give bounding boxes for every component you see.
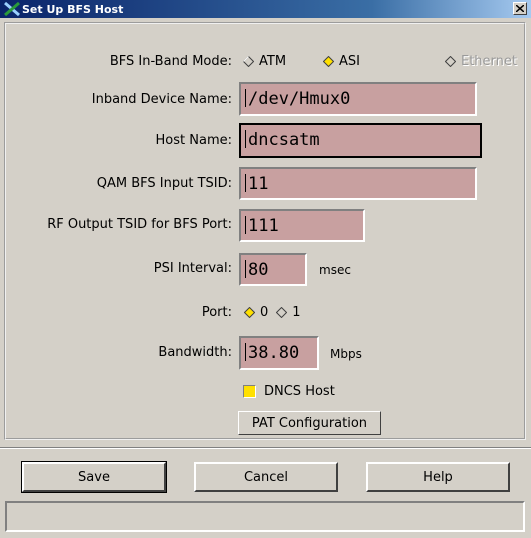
radio-diamond-icon xyxy=(276,307,288,318)
qam-tsid-label: QAM BFS Input TSID: xyxy=(96,176,232,191)
bandwidth-field[interactable]: 38.80 xyxy=(239,336,319,370)
save-button[interactable]: Save xyxy=(21,461,167,493)
inband-device-field[interactable]: /dev/Hmux0 xyxy=(239,82,477,116)
port-option-1-label: 1 xyxy=(292,305,301,320)
port-label: Port: xyxy=(201,305,232,320)
mode-option-atm[interactable]: ATM xyxy=(243,54,311,69)
rf-tsid-field[interactable]: 111 xyxy=(239,209,365,242)
radio-diamond-icon xyxy=(445,56,456,67)
separator xyxy=(0,447,531,449)
text-caret xyxy=(245,174,246,192)
text-caret xyxy=(245,343,246,361)
host-name-value: dncsatm xyxy=(248,130,320,150)
mode-radio-group: ATM ASI Ethernet xyxy=(243,54,529,69)
dncs-host-checkbox[interactable]: DNCS Host xyxy=(243,384,335,399)
qam-tsid-field[interactable]: 11 xyxy=(239,167,477,200)
pat-configuration-button[interactable]: PAT Configuration xyxy=(238,411,381,435)
text-caret xyxy=(245,216,246,234)
title-bar: Set Up BFS Host xyxy=(0,0,531,18)
mode-option-asi-label: ASI xyxy=(339,54,360,69)
radio-diamond-icon xyxy=(243,56,254,67)
cancel-button[interactable]: Cancel xyxy=(194,462,338,492)
status-bar xyxy=(5,501,525,532)
bandwidth-unit: Mbps xyxy=(330,347,362,361)
mode-option-atm-label: ATM xyxy=(259,54,287,69)
psi-field[interactable]: 80 xyxy=(239,253,307,286)
qam-tsid-value: 11 xyxy=(248,174,269,194)
rf-tsid-value: 111 xyxy=(248,216,279,236)
inband-device-value: /dev/Hmux0 xyxy=(248,89,351,109)
mode-option-ethernet-label: Ethernet xyxy=(461,54,517,69)
text-caret xyxy=(245,89,246,107)
app-icon xyxy=(4,1,20,17)
checkbox-checked-icon xyxy=(243,385,256,398)
port-option-0-label: 0 xyxy=(260,305,269,320)
help-button[interactable]: Help xyxy=(366,462,510,492)
text-caret xyxy=(245,130,246,148)
bandwidth-value: 38.80 xyxy=(248,343,300,363)
bandwidth-label: Bandwidth: xyxy=(158,345,232,360)
dncs-host-label: DNCS Host xyxy=(264,384,335,399)
port-option-0[interactable]: 0 xyxy=(244,305,268,320)
mode-label: BFS In-Band Mode: xyxy=(109,54,232,69)
host-name-field[interactable]: dncsatm xyxy=(239,123,482,158)
mode-option-ethernet[interactable]: Ethernet xyxy=(445,54,517,69)
text-caret xyxy=(245,260,246,278)
host-name-label: Host Name: xyxy=(155,133,232,148)
inband-device-label: Inband Device Name: xyxy=(91,92,232,107)
port-radio-group: 0 1 xyxy=(244,305,313,320)
psi-value: 80 xyxy=(248,260,269,280)
close-button[interactable] xyxy=(513,2,527,15)
port-option-1[interactable]: 1 xyxy=(276,305,301,320)
radio-diamond-selected-icon xyxy=(323,56,334,67)
radio-diamond-selected-icon xyxy=(244,307,255,318)
psi-label: PSI Interval: xyxy=(153,261,232,276)
rf-tsid-label: RF Output TSID for BFS Port: xyxy=(47,217,232,232)
mode-option-asi[interactable]: ASI xyxy=(323,54,433,69)
psi-unit: msec xyxy=(319,263,351,277)
window-title: Set Up BFS Host xyxy=(22,2,124,16)
close-icon xyxy=(516,5,524,12)
